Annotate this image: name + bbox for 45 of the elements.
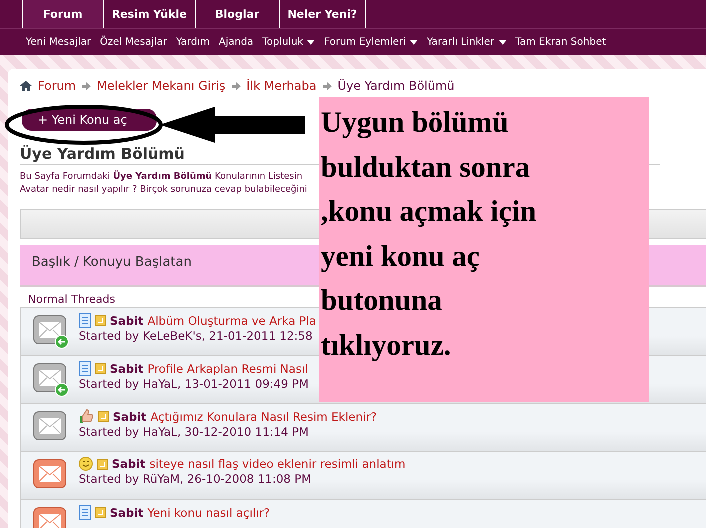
feed-icon <box>95 315 106 326</box>
menu-link[interactable]: Yeni Mesajlar <box>26 36 92 48</box>
thread-prefix: Sabit <box>110 506 144 520</box>
thread-title[interactable]: Yeni konu nasıl açılır? <box>148 506 270 520</box>
thread-prefix: Sabit <box>110 362 144 376</box>
menu-link[interactable]: Özel Mesajlar <box>100 36 168 48</box>
breadcrumb-link[interactable]: Forum <box>38 79 76 93</box>
nav-tab[interactable]: Forum <box>22 0 104 28</box>
arrow-icon <box>322 82 332 90</box>
thread-prefix: Sabit <box>113 410 147 424</box>
menu-link[interactable]: Ajanda <box>218 36 254 48</box>
arrow-icon <box>232 82 241 90</box>
breadcrumb-link[interactable]: İlk Merhaba <box>246 79 317 93</box>
thread-title[interactable]: Profile Arkaplan Resmi Nasıl <box>148 362 308 376</box>
thread-title[interactable]: Açtığımız Konulara Nasıl Resim Eklenir? <box>150 410 378 424</box>
feed-icon <box>97 458 108 470</box>
breadcrumb-current: Üye Yardım Bölümü <box>338 79 455 93</box>
menu-link[interactable]: Topluluk <box>262 36 316 48</box>
feed-icon <box>95 507 106 518</box>
thread-prefix: Sabit <box>110 314 144 328</box>
thread-title[interactable]: siteye nasıl flaş video eklenir resimli anlatım <box>150 457 406 471</box>
menu-link[interactable]: Yararlı Linkler <box>427 36 507 48</box>
menu-link[interactable]: Forum Eylemleri <box>324 36 418 48</box>
thread-prefix: Sabit <box>112 457 146 471</box>
caret-icon <box>498 40 507 44</box>
home-icon[interactable] <box>20 80 32 92</box>
feed-icon <box>95 363 106 374</box>
menu-link[interactable]: Yardım <box>176 36 210 48</box>
forum-description: Avatar nedir nasıl yapılır ? Birçok sorunuza cevap bulabileceğini <box>20 184 308 197</box>
feed-icon <box>98 411 109 422</box>
breadcrumb-link[interactable]: Melekler Mekanı Giriş <box>97 79 226 93</box>
arrow-icon <box>82 82 92 90</box>
menu-link[interactable]: Tam Ekran Sohbet <box>516 36 606 48</box>
forum-description: Bu Sayfa Forumdaki Üye Yardım Bölümü Konularının Listesin <box>20 171 303 184</box>
new-thread-button[interactable]: + Yeni Konu aç <box>22 109 157 131</box>
thread-title[interactable]: Albüm Oluşturma ve Arka Pla <box>148 314 316 328</box>
caret-icon <box>410 40 418 44</box>
column-heading: Başlık / Konuyu Başlatan <box>32 255 192 270</box>
thread-starter: Started by KeLeBeK's, 21-01-2011 12:58 <box>79 329 314 343</box>
section-label: Normal Threads <box>28 293 116 306</box>
thread-starter: Started by HaYaL, 13-01-2011 09:49 PM <box>79 377 309 391</box>
annotation-note: Uygun bölümü bulduktan sonra ,konu açmak için yeni konu aç butonuna tıklıyoruz. <box>319 97 649 402</box>
thread-starter: Started by RüYaM, 26-10-2008 11:08 PM <box>79 472 313 486</box>
thread-starter: Started by HaYaL, 30-12-2010 11:14 PM <box>79 425 310 439</box>
caret-icon <box>307 40 316 44</box>
